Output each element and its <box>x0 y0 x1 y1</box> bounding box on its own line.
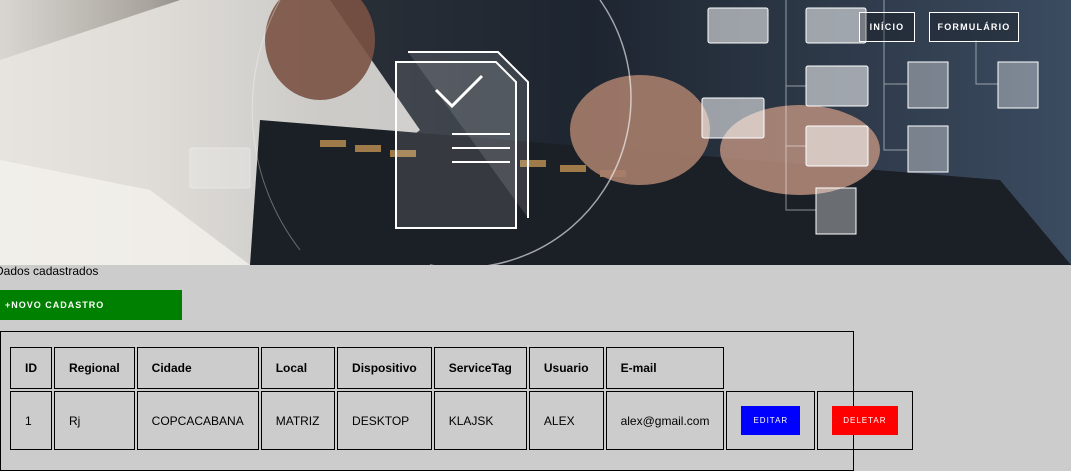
nav-formulario-button[interactable]: FORMULÁRIO <box>929 12 1019 42</box>
header-local: Local <box>260 347 336 389</box>
header-dispositivo: Dispositivo <box>337 347 432 389</box>
hero-banner: INÍCIO FORMULÁRIO <box>0 0 1071 265</box>
header-blank <box>726 347 815 389</box>
header-usuario: Usuario <box>528 347 604 389</box>
table-row: 1 Rj COPCACABANA MATRIZ DESKTOP KLAJSK A… <box>10 391 913 450</box>
cell-servicetag: KLAJSK <box>433 391 527 450</box>
section-title: Dados cadastrados <box>0 264 99 278</box>
records-table: ID Regional Cidade Local Dispositivo Ser… <box>8 345 915 452</box>
document-check-icon <box>395 51 529 229</box>
header-cidade: Cidade <box>136 347 259 389</box>
header-regional: Regional <box>54 347 135 389</box>
edit-button[interactable]: EDITAR <box>741 406 801 435</box>
table-header-row: ID Regional Cidade Local Dispositivo Ser… <box>10 347 913 389</box>
cell-local: MATRIZ <box>260 391 336 450</box>
nav-inicio-button[interactable]: INÍCIO <box>859 12 915 42</box>
cell-regional: Rj <box>54 391 135 450</box>
cell-id: 1 <box>10 391 52 450</box>
cell-edit: EDITAR <box>726 391 816 450</box>
header-servicetag: ServiceTag <box>433 347 527 389</box>
new-record-button[interactable]: +NOVO CADASTRO <box>0 290 182 320</box>
cell-delete: DELETAR <box>817 391 913 450</box>
header-email: E-mail <box>605 347 725 389</box>
records-table-container: ID Regional Cidade Local Dispositivo Ser… <box>0 331 913 471</box>
cell-dispositivo: DESKTOP <box>337 391 432 450</box>
cell-cidade: COPCACABANA <box>136 391 259 450</box>
header-blank <box>817 347 912 389</box>
delete-button[interactable]: DELETAR <box>832 406 898 435</box>
header-id: ID <box>10 347 52 389</box>
cell-usuario: ALEX <box>528 391 604 450</box>
cell-email: alex@gmail.com <box>605 391 725 450</box>
